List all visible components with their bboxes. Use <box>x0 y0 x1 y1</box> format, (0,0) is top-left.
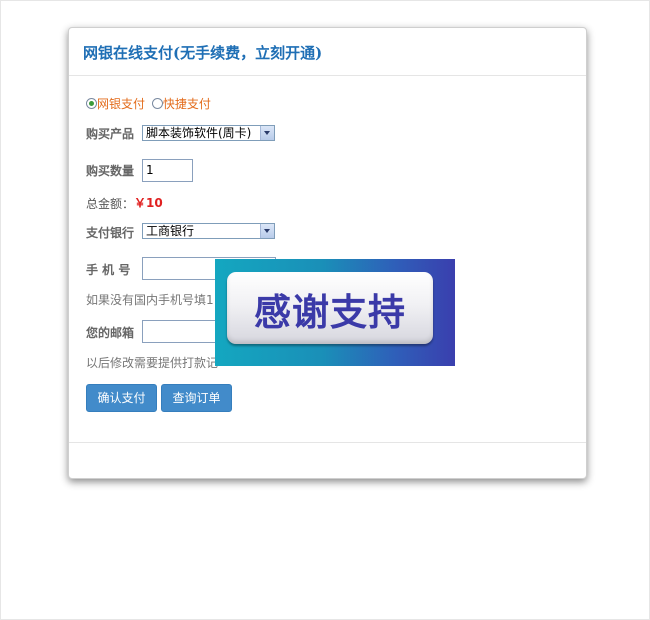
email-label: 您的邮箱 <box>86 326 135 340</box>
query-order-button[interactable]: 查询订单 <box>161 384 232 412</box>
thanks-banner[interactable]: 感谢支持 <box>215 259 455 366</box>
bank-row: 支付银行 <box>86 224 134 241</box>
confirm-payment-button[interactable]: 确认支付 <box>86 384 157 412</box>
product-select[interactable]: 脚本装饰软件(周卡) <box>142 125 275 141</box>
quantity-input[interactable]: 1 <box>142 159 193 182</box>
product-label: 购买产品 <box>86 127 135 141</box>
panel-footer-divider <box>69 442 586 443</box>
product-row: 购买产品 <box>86 125 134 142</box>
panel-header: 网银在线支付(无手续费，立刻开通) <box>69 28 586 76</box>
payment-panel: 网银在线支付(无手续费，立刻开通) 网银支付 快捷支付 购买产品 脚本装饰软件(… <box>68 27 587 479</box>
phone-row: 手 机 号 <box>86 261 130 278</box>
quantity-input-value: 1 <box>146 163 154 177</box>
quantity-row: 购买数量 <box>86 162 134 179</box>
total-row: 总金额：￥10 <box>86 194 163 212</box>
total-label: 总金额： <box>86 197 135 211</box>
total-amount: ￥10 <box>134 196 163 210</box>
chevron-down-icon <box>260 126 274 140</box>
bank-select[interactable]: 工商银行 <box>142 223 275 239</box>
phone-label: 手 机 号 <box>86 263 131 277</box>
phone-hint: 如果没有国内手机号填1 <box>86 293 214 307</box>
radio-online-banking-label[interactable]: 网银支付 <box>97 97 145 111</box>
bank-label: 支付银行 <box>86 226 135 240</box>
payment-method-group: 网银支付 快捷支付 <box>86 95 214 112</box>
product-select-value: 脚本装饰软件(周卡) <box>146 126 252 140</box>
thanks-text: 感谢支持 <box>254 291 406 334</box>
email-hint: 以后修改需要提供打款记 <box>86 356 219 370</box>
radio-quick-pay-label[interactable]: 快捷支付 <box>163 97 211 111</box>
radio-online-banking[interactable] <box>86 98 97 109</box>
chevron-down-icon <box>260 224 274 238</box>
panel-title: 网银在线支付(无手续费，立刻开通) <box>83 44 323 62</box>
bank-select-value: 工商银行 <box>146 224 195 238</box>
thanks-key-graphic: 感谢支持 <box>227 272 433 344</box>
quantity-label: 购买数量 <box>86 164 135 178</box>
radio-quick-pay[interactable] <box>151 98 163 109</box>
email-row: 您的邮箱 <box>86 324 134 341</box>
